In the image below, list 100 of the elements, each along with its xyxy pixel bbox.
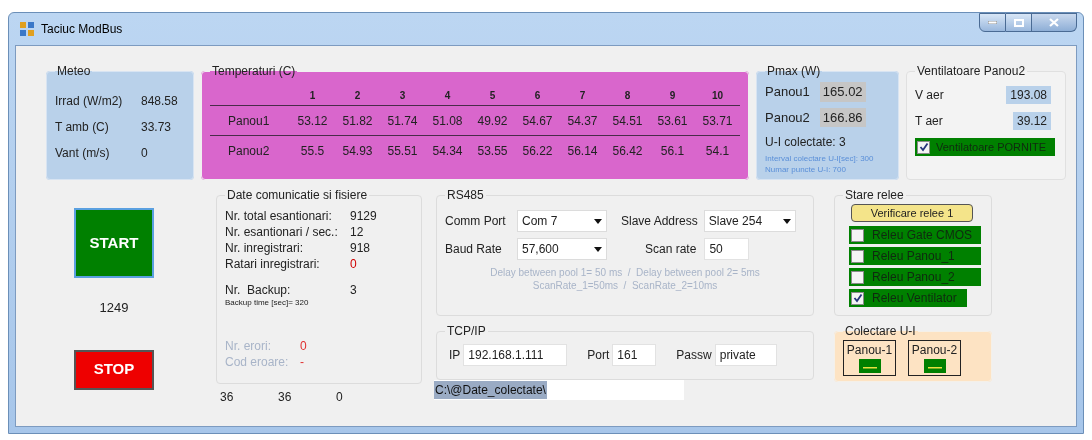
fan-value: 39.12 [1012,112,1051,130]
tcpip-label: Passw [676,347,712,364]
column-header: 4 [443,89,452,103]
footer-count: 36 [219,389,235,406]
column-header: 3 [398,89,407,103]
backup-value: 3 [350,282,357,298]
path-field[interactable]: C:\@Date_colectate\ [434,380,684,400]
meteo-label: T amb (C) [55,119,110,136]
error-label: Nr. erori: [225,338,272,354]
info-note: Numar puncte U-I: 700 [765,164,847,175]
checkbox[interactable] [851,249,864,263]
table-cell-text: 54.37 [566,112,599,130]
column-header: 8 [623,89,632,103]
checkbox[interactable] [917,140,930,154]
dropdown-arrow-icon [594,218,602,224]
start-button[interactable]: START [74,208,154,278]
column-header: 10 [710,89,725,103]
error-value: 0 [300,338,307,354]
baud-rate-dropdown[interactable]: 57,600 [517,238,607,260]
slave-address-dropdown[interactable]: Slave 254 [703,210,796,232]
info-note: Interval colectare U-I[sec]: 300 [765,153,875,164]
ui-count: U-I colectate: 3 [765,134,847,151]
pmax-value: 165.02 [819,82,866,102]
column-header: 1 [308,89,317,103]
table-cell-text: 56.1 [659,143,686,160]
tcpip-title: TCP/IP [446,323,487,340]
relay-label: Releu Ventilator [872,290,957,307]
fans-title: Ventilatoare Panou2 [916,63,1027,80]
collect-panel-label: Panou-2 [911,342,958,359]
maximize-button[interactable] [1006,13,1032,32]
fan-value: 193.08 [1006,86,1051,104]
meteo-label: Irrad (W/m2) [55,93,124,110]
table-cell-text: 53.61 [656,112,689,130]
stop-button[interactable]: STOP [74,349,154,390]
pmax-title: Pmax (W) [766,63,822,80]
scan-rate-field[interactable]: 50 [704,238,750,260]
rs485-title: RS485 [446,187,485,204]
checkmark-icon [852,293,863,303]
pmax-value: 166.86 [819,107,866,127]
relay-label: Releu Panou_1 [872,248,955,265]
checkbox[interactable] [851,291,864,305]
tcpip-label: IP [449,347,461,364]
meteo-value: 33.73 [141,119,172,136]
stat-label: Ratari inregistrari: [225,256,321,272]
table-cell-text: 56.22 [521,143,554,160]
meteo-value: 0 [141,145,148,162]
column-header: 2 [353,89,362,103]
footer-count: 0 [335,389,344,406]
indicator-icon [858,359,881,373]
row-label: Panou2 [227,143,271,160]
stat-label: Nr. inregistrari: [225,240,305,256]
indicator-icon [923,359,946,373]
relay-label: Releu Gate CMOS [872,227,973,244]
timing-note: Delay between pool 1= 50 ms / Delay between pool 2= 5ms [490,266,760,279]
stat-value: 0 [350,256,357,272]
table-cell-text: 54.67 [521,112,554,130]
baud-rate-label: Baud Rate [445,241,503,258]
row-label: Panou1 [227,112,271,130]
table-cell-text: 53.71 [701,112,734,130]
dropdown-arrow-icon [594,246,602,252]
backup-label: Nr. Backup: [225,282,292,298]
counter: 1249 [98,299,130,317]
table-cell-text: 56.42 [611,143,644,160]
table-cell-text: 51.08 [431,112,464,130]
pmax-label: Panou1 [765,83,810,101]
table-cell-text: 54.93 [341,143,374,160]
column-header: 9 [668,89,677,103]
stat-value: 12 [350,224,364,240]
communication-title: Date comunicatie si fisiere [226,187,369,204]
table-cell-text: 55.5 [299,143,326,160]
table-cell-text: 54.51 [611,112,644,130]
comm-port-dropdown[interactable]: Com 7 [517,210,607,232]
relay-label: Releu Panou_2 [872,269,955,286]
backup-note: Backup time [sec]= 320 [225,298,310,308]
checkmark-icon [918,142,929,152]
path-text: C:\@Date_colectate\ [434,381,547,399]
error-label: Cod eroare: [225,354,290,370]
window-title: Taciuc ModBus [41,21,123,38]
app-icon [19,21,35,37]
stat-value: 9129 [350,208,377,224]
relay-title: Stare relee [844,187,905,204]
tcpip-field[interactable]: private [714,344,777,366]
table-cell-text: 51.82 [341,112,374,130]
meteo-label: Vant (m/s) [55,145,111,162]
table-cell-text: 49.92 [476,112,509,130]
tcpip-field[interactable]: 192.168.1.111 [463,344,568,366]
checkbox[interactable] [851,228,864,242]
tcpip-field[interactable]: 161 [612,344,657,366]
timing-note: ScanRate_1=50ms / ScanRate_2=10ms [532,279,718,292]
table-cell-text: 55.51 [386,143,419,160]
check-relay-button[interactable]: Verificare relee 1 [851,204,973,222]
maximize-icon [1013,18,1024,27]
checkbox[interactable] [851,270,864,284]
close-button[interactable] [1032,13,1077,32]
table-cell-text: 51.74 [386,112,419,130]
close-icon [1049,18,1059,27]
table-cell-text: 54.1 [704,143,731,160]
stat-label: Nr. total esantionari: [225,208,333,224]
minimize-button[interactable] [979,13,1006,32]
table-cell-text: 53.55 [476,143,509,160]
